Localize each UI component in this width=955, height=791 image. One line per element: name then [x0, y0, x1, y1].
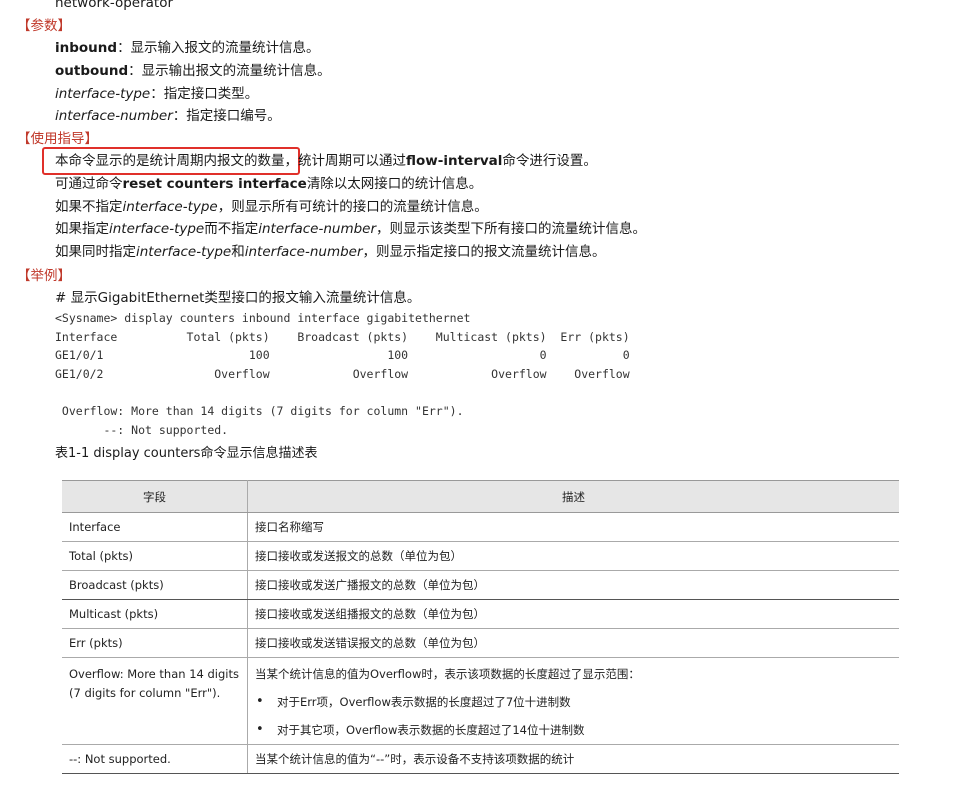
param-desc: ：指定接口编号。 [172, 108, 281, 124]
param-desc: ：显示输出报文的流量统计信息。 [128, 63, 331, 79]
usage-line-1: 本命令显示的是统计周期内报文的数量，统计周期可以通过flow-interval命… [55, 151, 597, 171]
usage-text: ，则显示指定接口的报文流量统计信息。 [362, 244, 606, 260]
param-outbound: outbound：显示输出报文的流量统计信息。 [55, 61, 331, 81]
table-row: Total (pkts) 接口接收或发送报文的总数（单位为包） [62, 541, 899, 571]
param-keyword: outbound [55, 63, 129, 79]
row-field: Total (pkts) [62, 541, 248, 571]
usage-text: 清除以太网接口的统计信息。 [306, 176, 483, 192]
example-heading: 【举例】 [17, 268, 71, 284]
example-code-block: <Sysname> display counters inbound inter… [55, 311, 630, 437]
command-flow-interval: flow-interval [406, 153, 503, 169]
param-interface-number: interface-number：指定接口编号。 [55, 106, 281, 126]
param-keyword: inbound [55, 40, 118, 56]
table-row: Interface 接口名称缩写 [62, 512, 899, 542]
description-table: 字段 描述 Interface 接口名称缩写 Total (pkts) 接口接收… [62, 480, 899, 774]
command-reset-counters: reset counters interface [122, 176, 307, 192]
row-field: Interface [62, 512, 248, 542]
row-desc: 当某个统计信息的值为Overflow时，表示该项数据的长度超过了显示范围： 对于… [247, 657, 899, 745]
highlighted-text: 本命令显示的是统计周期内报文的数量 [55, 153, 285, 169]
usage-text: ，则显示所有可统计的接口的流量统计信息。 [217, 199, 488, 215]
row-desc: 当某个统计信息的值为“--”时，表示设备不支持该项数据的统计 [247, 744, 899, 774]
param-keyword: interface-number [55, 108, 173, 124]
example-comment: # 显示GigabitEthernet类型接口的报文输入流量统计信息。 [55, 290, 421, 306]
table-row: --: Not supported. 当某个统计信息的值为“--”时，表示设备不… [62, 744, 899, 774]
table-row: Broadcast (pkts) 接口接收或发送广播报文的总数（单位为包） [62, 570, 899, 600]
usage-line-4: 如果指定interface-type而不指定interface-number，则… [55, 219, 646, 239]
top-partial-text: network-operator [55, 0, 174, 11]
param-desc: ：显示输入报文的流量统计信息。 [117, 40, 320, 56]
list-item: 对于其它项，Overflow表示数据的长度超过了14位十进制数 [255, 716, 892, 744]
usage-heading: 【使用指导】 [17, 131, 98, 147]
usage-param: interface-type [122, 199, 218, 215]
row-desc-text: 当某个统计信息的值为Overflow时，表示该项数据的长度超过了显示范围： [255, 667, 640, 681]
table-row: Overflow: More than 14 digits (7 digits … [62, 657, 899, 745]
row-desc: 接口接收或发送组播报文的总数（单位为包） [247, 599, 899, 629]
row-field: Overflow: More than 14 digits (7 digits … [62, 657, 248, 745]
table-row: Multicast (pkts) 接口接收或发送组播报文的总数（单位为包） [62, 599, 899, 629]
row-field: Err (pkts) [62, 628, 248, 658]
usage-text: 命令进行设置。 [502, 153, 597, 169]
row-desc: 接口接收或发送广播报文的总数（单位为包） [247, 570, 899, 600]
usage-text: 如果指定 [55, 221, 109, 237]
row-desc: 接口名称缩写 [247, 512, 899, 542]
usage-text: 可通过命令 [55, 176, 123, 192]
row-desc: 接口接收或发送错误报文的总数（单位为包） [247, 628, 899, 658]
usage-param: interface-number [258, 221, 377, 237]
usage-line-5: 如果同时指定interface-type和interface-number，则显… [55, 242, 606, 262]
usage-text: ，统计周期可以通过 [284, 153, 407, 169]
header-description: 描述 [247, 480, 899, 513]
usage-text: ，则显示该类型下所有接口的流量统计信息。 [376, 221, 647, 237]
usage-line-2: 可通过命令reset counters interface清除以太网接口的统计信… [55, 174, 482, 194]
usage-line-3: 如果不指定interface-type，则显示所有可统计的接口的流量统计信息。 [55, 197, 488, 217]
row-field: Broadcast (pkts) [62, 570, 248, 600]
bullet-list: 对于Err项，Overflow表示数据的长度超过了7位十进制数 对于其它项，Ov… [255, 688, 892, 744]
row-desc: 接口接收或发送报文的总数（单位为包） [247, 541, 899, 571]
param-interface-type: interface-type：指定接口类型。 [55, 84, 258, 104]
usage-param: interface-type [136, 244, 232, 260]
usage-param: interface-number [244, 244, 363, 260]
table-header-row: 字段 描述 [62, 480, 899, 513]
list-item: 对于Err项，Overflow表示数据的长度超过了7位十进制数 [255, 688, 892, 716]
usage-text: 而不指定 [204, 221, 259, 237]
usage-text: 如果同时指定 [55, 244, 136, 260]
table-row: Err (pkts) 接口接收或发送错误报文的总数（单位为包） [62, 628, 899, 658]
row-field: --: Not supported. [62, 744, 248, 774]
param-desc: ：指定接口类型。 [150, 86, 259, 102]
table-caption: 表1-1 display counters命令显示信息描述表 [55, 446, 318, 461]
params-heading: 【参数】 [17, 18, 71, 34]
header-field: 字段 [62, 480, 248, 513]
param-inbound: inbound：显示输入报文的流量统计信息。 [55, 38, 320, 58]
param-keyword: interface-type [55, 86, 151, 102]
usage-text: 和 [231, 244, 245, 260]
row-field: Multicast (pkts) [62, 599, 248, 629]
usage-param: interface-type [109, 221, 205, 237]
usage-text: 如果不指定 [55, 199, 123, 215]
